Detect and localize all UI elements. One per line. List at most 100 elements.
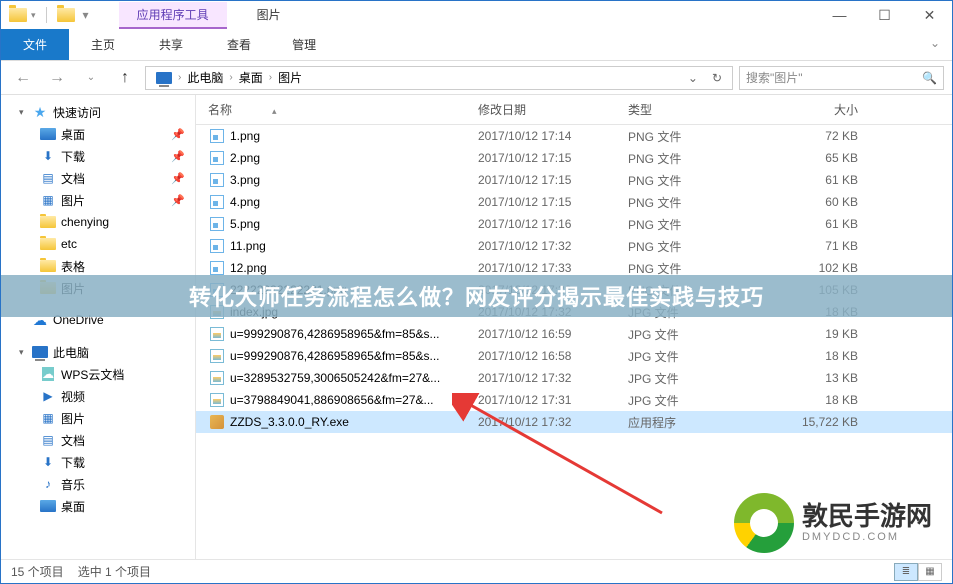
this-pc-label: 此电脑 bbox=[53, 344, 89, 361]
app-tools-tab[interactable]: 应用程序工具 bbox=[119, 2, 227, 29]
bc-pictures[interactable]: 图片 bbox=[272, 69, 308, 86]
sidebar-item[interactable]: ☁WPS云文档 bbox=[1, 363, 195, 385]
folder-icon-2[interactable] bbox=[57, 8, 75, 22]
chevron-down-icon[interactable]: ▾ bbox=[19, 107, 31, 118]
file-type: PNG 文件 bbox=[628, 150, 758, 167]
file-name: 12.png bbox=[226, 261, 478, 275]
file-row[interactable]: u=3289532759,3006505242&fm=27&...2017/10… bbox=[196, 367, 952, 389]
file-size: 61 KB bbox=[758, 173, 878, 187]
back-button[interactable]: ← bbox=[9, 64, 37, 92]
file-row[interactable]: 2.png2017/10/12 17:15PNG 文件65 KB bbox=[196, 147, 952, 169]
sidebar-item[interactable]: ▤文档 bbox=[1, 429, 195, 451]
sidebar-item[interactable]: 桌面📌 bbox=[1, 123, 195, 145]
file-icon bbox=[208, 173, 226, 187]
item-icon: ▦ bbox=[39, 411, 57, 425]
sidebar-item[interactable]: etc bbox=[1, 233, 195, 255]
bc-desktop[interactable]: 桌面 bbox=[233, 69, 269, 86]
file-size: 18 KB bbox=[758, 349, 878, 363]
up-button[interactable]: ↑ bbox=[111, 64, 139, 92]
file-date: 2017/10/12 17:15 bbox=[478, 195, 628, 209]
sidebar-item[interactable]: ♪音乐 bbox=[1, 473, 195, 495]
file-row[interactable]: 3.png2017/10/12 17:15PNG 文件61 KB bbox=[196, 169, 952, 191]
qat-dropdown[interactable]: ▾ bbox=[31, 10, 36, 21]
icons-view-button[interactable]: ▦ bbox=[918, 563, 942, 581]
sidebar-item[interactable]: chenying bbox=[1, 211, 195, 233]
sidebar-item[interactable]: ⬇下载 bbox=[1, 451, 195, 473]
manage-tab[interactable]: 管理 bbox=[270, 29, 338, 60]
chevron-down-icon[interactable]: ▾ bbox=[19, 347, 31, 358]
file-type: PNG 文件 bbox=[628, 194, 758, 211]
sidebar-item-label: chenying bbox=[61, 215, 109, 229]
sidebar-item-label: 文档 bbox=[61, 170, 85, 187]
logo-swirl-icon bbox=[734, 493, 794, 553]
file-name: u=3798849041,886908656&fm=27&... bbox=[226, 393, 478, 407]
titlebar: ▾ ▾ 应用程序工具 图片 — ☐ ✕ bbox=[1, 1, 952, 29]
sidebar-item-label: 图片 bbox=[61, 410, 85, 427]
sidebar-item-label: etc bbox=[61, 237, 77, 251]
file-icon bbox=[208, 217, 226, 231]
sidebar-item[interactable]: 表格 bbox=[1, 255, 195, 277]
quick-access-label: 快速访问 bbox=[53, 104, 101, 121]
folder-icon[interactable] bbox=[9, 8, 27, 22]
file-row[interactable]: u=999290876,4286958965&fm=85&s...2017/10… bbox=[196, 323, 952, 345]
sidebar-item[interactable]: ▦图片📌 bbox=[1, 189, 195, 211]
bc-this-pc[interactable]: 此电脑 bbox=[181, 69, 229, 86]
minimize-button[interactable]: — bbox=[817, 1, 862, 29]
col-size-header[interactable]: 大小 bbox=[758, 101, 878, 118]
sidebar-item[interactable]: ▤文档📌 bbox=[1, 167, 195, 189]
item-icon bbox=[39, 216, 57, 228]
col-name-header[interactable]: 名称▴ bbox=[208, 101, 478, 118]
logo-subtext: DMYDCD.COM bbox=[802, 531, 932, 543]
file-type: PNG 文件 bbox=[628, 216, 758, 233]
share-tab[interactable]: 共享 bbox=[137, 29, 205, 60]
file-type: PNG 文件 bbox=[628, 172, 758, 189]
close-button[interactable]: ✕ bbox=[907, 1, 952, 29]
search-input[interactable]: 搜索"图片" 🔍 bbox=[739, 66, 944, 90]
file-row[interactable]: 11.png2017/10/12 17:32PNG 文件71 KB bbox=[196, 235, 952, 257]
pin-icon: 📌 bbox=[171, 172, 185, 185]
details-view-button[interactable]: ≣ bbox=[894, 563, 918, 581]
recent-dropdown[interactable]: ⌄ bbox=[77, 64, 105, 92]
this-pc[interactable]: ▾ 此电脑 bbox=[1, 341, 195, 363]
search-icon[interactable]: 🔍 bbox=[922, 71, 937, 85]
file-row[interactable]: 1.png2017/10/12 17:14PNG 文件72 KB bbox=[196, 125, 952, 147]
file-row[interactable]: 4.png2017/10/12 17:15PNG 文件60 KB bbox=[196, 191, 952, 213]
file-size: 18 KB bbox=[758, 393, 878, 407]
file-name: 2.png bbox=[226, 151, 478, 165]
col-date-header[interactable]: 修改日期 bbox=[478, 101, 628, 118]
quick-access[interactable]: ▾ ★ 快速访问 bbox=[1, 101, 195, 123]
file-tab[interactable]: 文件 bbox=[1, 29, 69, 60]
sidebar-item[interactable]: 桌面 bbox=[1, 495, 195, 517]
file-date: 2017/10/12 17:32 bbox=[478, 415, 628, 429]
forward-button[interactable]: → bbox=[43, 64, 71, 92]
nav-sidebar: ▾ ★ 快速访问 桌面📌⬇下载📌▤文档📌▦图片📌chenyingetc表格图片 … bbox=[1, 95, 196, 559]
pin-icon: 📌 bbox=[171, 150, 185, 163]
item-icon: ☁ bbox=[39, 367, 57, 381]
file-type: PNG 文件 bbox=[628, 260, 758, 277]
breadcrumb[interactable]: › 此电脑 › 桌面 › 图片 ⌄ ↻ bbox=[145, 66, 733, 90]
sidebar-item[interactable]: ⬇下载📌 bbox=[1, 145, 195, 167]
home-tab[interactable]: 主页 bbox=[69, 29, 137, 60]
file-type: PNG 文件 bbox=[628, 128, 758, 145]
maximize-button[interactable]: ☐ bbox=[862, 1, 907, 29]
file-row[interactable]: u=3798849041,886908656&fm=27&...2017/10/… bbox=[196, 389, 952, 411]
sort-asc-icon: ▴ bbox=[272, 106, 277, 116]
col-type-header[interactable]: 类型 bbox=[628, 101, 758, 118]
qat-eq[interactable]: ▾ bbox=[83, 8, 89, 22]
bc-pc-icon[interactable] bbox=[150, 72, 178, 84]
file-row[interactable]: 5.png2017/10/12 17:16PNG 文件61 KB bbox=[196, 213, 952, 235]
file-row[interactable]: u=999290876,4286958965&fm=85&s...2017/10… bbox=[196, 345, 952, 367]
refresh-button[interactable]: ↻ bbox=[706, 71, 728, 85]
bc-dropdown[interactable]: ⌄ bbox=[682, 71, 704, 85]
view-tab[interactable]: 查看 bbox=[205, 29, 273, 60]
sidebar-item-label: 桌面 bbox=[61, 498, 85, 515]
address-bar-row: ← → ⌄ ↑ › 此电脑 › 桌面 › 图片 ⌄ ↻ 搜索"图片" 🔍 bbox=[1, 61, 952, 95]
expand-ribbon[interactable]: ⌄ bbox=[918, 29, 952, 60]
sidebar-item[interactable]: ▶视频 bbox=[1, 385, 195, 407]
file-type: JPG 文件 bbox=[628, 392, 758, 409]
file-row[interactable]: ZZDS_3.3.0.0_RY.exe2017/10/12 17:32应用程序1… bbox=[196, 411, 952, 433]
sidebar-item[interactable]: ▦ 图片 bbox=[1, 407, 195, 429]
file-date: 2017/10/12 17:32 bbox=[478, 371, 628, 385]
file-size: 60 KB bbox=[758, 195, 878, 209]
file-icon bbox=[208, 349, 226, 363]
